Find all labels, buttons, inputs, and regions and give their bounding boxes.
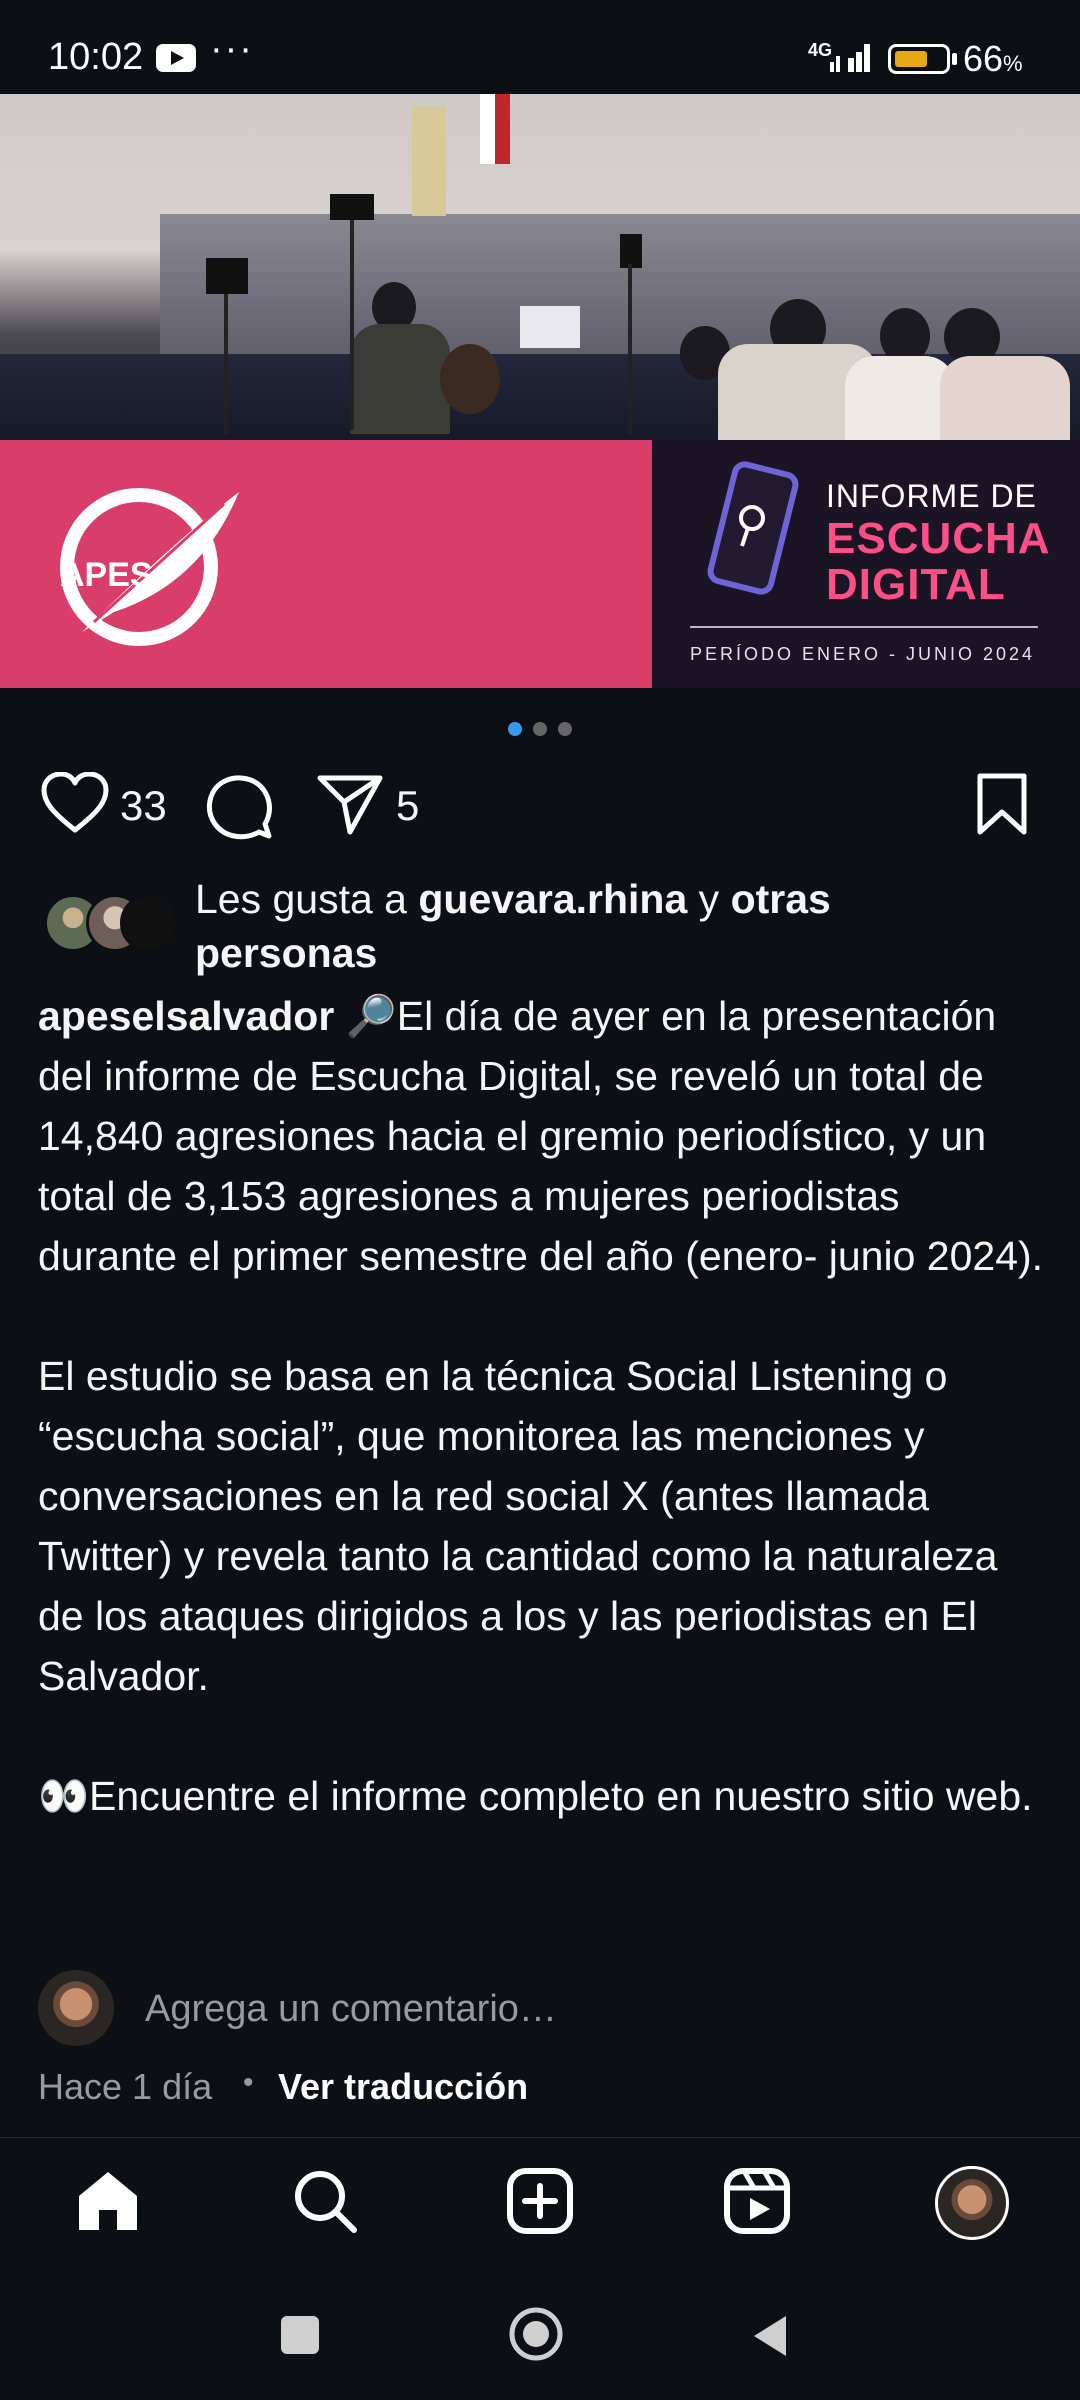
- caption-username[interactable]: apeselsalvador: [38, 993, 334, 1039]
- see-translation-link[interactable]: Ver traducción: [278, 2066, 528, 2108]
- event-photo: [0, 94, 1080, 440]
- banner-title-line1: INFORME DE: [826, 478, 1037, 514]
- home-button-icon[interactable]: [508, 2306, 564, 2362]
- likes-summary[interactable]: Les gusta a guevara.rhina y otras person…: [195, 872, 1015, 980]
- photo-tripod: [224, 294, 228, 434]
- share-count[interactable]: 5: [396, 782, 419, 830]
- heart-icon[interactable]: [40, 772, 110, 836]
- battery-percent: 66%: [963, 38, 1023, 79]
- banner-title-line3: DIGITAL: [826, 560, 1006, 609]
- search-icon[interactable]: [290, 2166, 360, 2236]
- signal-icon: [830, 44, 870, 72]
- back-icon[interactable]: [750, 2312, 790, 2360]
- more-notifications-icon: ···: [210, 28, 254, 70]
- apes-logo: APES: [60, 488, 239, 646]
- home-icon[interactable]: [73, 2166, 143, 2236]
- photo-person: [845, 356, 955, 440]
- bookmark-icon[interactable]: [974, 772, 1030, 836]
- caption-text: 🔎El día de ayer en la presentación del i…: [38, 993, 1044, 1819]
- reels-icon[interactable]: [722, 2166, 792, 2236]
- youtube-notification-icon: [156, 44, 196, 72]
- photo-camera: [330, 194, 374, 220]
- battery-cap: [952, 53, 957, 65]
- post-time: Hace 1 día: [38, 2066, 213, 2107]
- banner-title-line2: ESCUCHA: [826, 514, 1051, 563]
- photo-flag: [480, 94, 510, 164]
- apes-logo-text: APES: [60, 556, 153, 594]
- recent-apps-icon[interactable]: [281, 2316, 319, 2354]
- create-icon[interactable]: [505, 2166, 575, 2236]
- battery-icon: [888, 44, 950, 74]
- banner-left: APES: [0, 440, 652, 688]
- photo-person: [350, 324, 450, 434]
- carousel-dot: [533, 722, 547, 736]
- status-time: 10:02: [48, 36, 144, 78]
- send-icon[interactable]: [316, 772, 384, 836]
- banner-period: PERÍODO ENERO - JUNIO 2024: [690, 644, 1036, 664]
- liker-avatar[interactable]: [120, 894, 178, 952]
- carousel-dot: [558, 722, 572, 736]
- profile-avatar[interactable]: [935, 2166, 1009, 2240]
- post-caption: apeselsalvador 🔎El día de ayer en la pre…: [38, 986, 1048, 1826]
- photo-person: [940, 356, 1070, 440]
- photo-phone-stand: [620, 234, 642, 268]
- like-count[interactable]: 33: [120, 782, 167, 830]
- comment-icon[interactable]: [205, 772, 273, 840]
- photo-person: [440, 344, 500, 414]
- search-phone-graphic: [707, 461, 799, 595]
- meta-separator: •: [243, 2066, 254, 2099]
- banner-divider: [690, 626, 1038, 628]
- battery-level: [895, 51, 927, 67]
- carousel-dot-active: [508, 722, 522, 736]
- photo-laptop: [520, 306, 580, 348]
- network-type: 4G: [808, 40, 833, 60]
- photo-tripod: [350, 220, 354, 430]
- photo-camera: [206, 258, 248, 294]
- my-avatar: [38, 1970, 114, 2046]
- photo-podium: [412, 106, 446, 216]
- add-comment-input[interactable]: Agrega un comentario…: [145, 1988, 557, 2031]
- photo-tripod: [628, 264, 632, 434]
- liker-username[interactable]: guevara.rhina: [418, 876, 687, 922]
